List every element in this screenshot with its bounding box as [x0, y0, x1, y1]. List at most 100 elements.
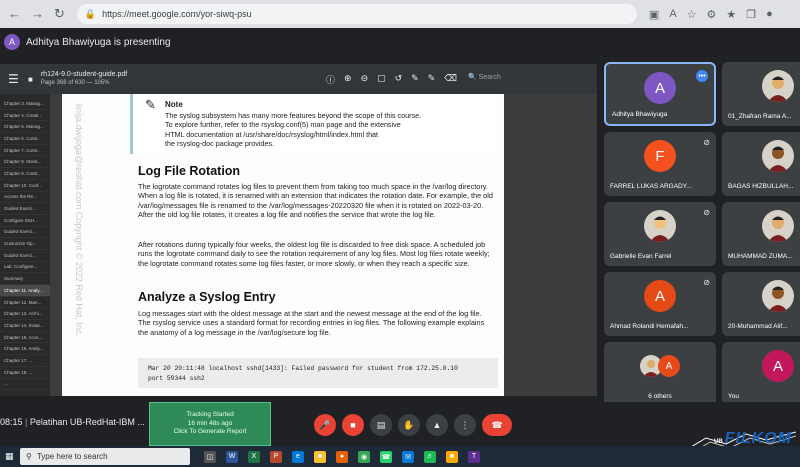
toc-item[interactable]: Lab: Configure... — [0, 262, 50, 274]
file-explorer-icon[interactable]: ■ — [314, 450, 326, 463]
toc-item[interactable]: Chapter 8. Monit... — [0, 156, 50, 169]
pdf-search[interactable]: 🔍 Search — [468, 73, 501, 81]
toc-item[interactable]: Chapter 5. Manag... — [0, 121, 50, 134]
participant-tile[interactable]: A Adhitya Bhawiyuga ••• — [604, 62, 716, 126]
participant-tile[interactable]: A You — [722, 342, 800, 406]
participant-name: 01_Zhafran Rama A... — [728, 113, 792, 120]
toc-item[interactable]: Chapter 6. Contr... — [0, 133, 50, 145]
toc-item[interactable]: Access the Re... — [0, 192, 50, 204]
toc-item[interactable]: Chapter 11. Analy... — [0, 285, 50, 297]
teams-icon[interactable]: T — [468, 450, 480, 463]
syslog-paragraph: Log messages start with the oldest messa… — [138, 309, 485, 337]
bookmark-star-icon[interactable]: ☆ — [687, 8, 697, 21]
logo-prefix: UB — [714, 439, 723, 445]
participant-tile[interactable]: MUHAMMAD ZUMA... — [722, 202, 800, 266]
toc-item[interactable]: Chapter 10. Conf... — [0, 180, 50, 192]
address-bar[interactable]: 🔒 https://meet.google.com/yor-siwq-psu — [76, 4, 637, 24]
spotify-icon[interactable]: ♬ — [424, 450, 436, 463]
mic-off-icon[interactable]: 🎤 — [314, 414, 336, 436]
present-icon[interactable]: ▲ — [426, 414, 448, 436]
mic-muted-icon: ⊘ — [703, 208, 710, 217]
rotate-icon[interactable]: ↺ — [395, 73, 403, 86]
edge-icon[interactable]: e — [292, 450, 304, 463]
toc-item[interactable]: Guided Exerci... — [0, 203, 50, 215]
read-aloud-icon[interactable]: A — [669, 8, 676, 21]
toc-item[interactable]: Chapter 18. ... — [0, 367, 50, 379]
excel-icon[interactable]: X — [248, 450, 260, 463]
toc-item[interactable]: Configure SSH... — [0, 215, 50, 227]
page-watermark: linija.dwijoga@redhat.com Copyright © 20… — [74, 104, 84, 337]
whatsapp-icon[interactable]: ☎ — [380, 450, 392, 463]
zoom-out-icon[interactable]: ⊖ — [361, 73, 369, 86]
word-icon[interactable]: W — [226, 450, 238, 463]
forward-icon[interactable]: → — [31, 6, 44, 22]
toc-item[interactable]: Guided Exerci... — [0, 227, 50, 239]
captions-icon[interactable]: ▤ — [370, 414, 392, 436]
powerpoint-icon[interactable]: P — [270, 450, 282, 463]
shared-screen: ☰ ■ rh124-9.0-student-guide.pdf Page 368… — [0, 64, 597, 396]
profile-icon[interactable]: ● — [766, 8, 773, 21]
participant-grid: A Adhitya Bhawiyuga ••• 01_Zhafran Rama A..… — [600, 62, 800, 406]
participant-tile[interactable]: Gabrielle Evan Farrel ⊘ — [604, 202, 716, 266]
participant-name: 20-Muhammad Alif... — [728, 323, 788, 330]
erase-icon[interactable]: ⌫ — [444, 73, 457, 86]
toc-item[interactable]: Summary — [0, 273, 50, 285]
toc-item[interactable]: Customize Op... — [0, 238, 50, 250]
participant-tile[interactable]: BAGAS HIZBULLAH...⊘ — [722, 132, 800, 196]
code-line: Mar 20 20:11:48 localhost sshd[1433]: Fa… — [148, 365, 458, 372]
mail-icon[interactable]: ✉ — [402, 450, 414, 463]
reload-icon[interactable]: ↻ — [54, 6, 65, 22]
toc-item[interactable]: Chapter 17. ... — [0, 355, 50, 367]
camera-icon[interactable]: ▣ — [649, 8, 659, 21]
toc-item[interactable]: Chapter 12. Man... — [0, 297, 50, 309]
toc-item[interactable]: Chapter 14. Instal... — [0, 320, 50, 332]
highlight-icon[interactable]: ✎ — [428, 73, 436, 86]
camera-off-icon[interactable]: ■ — [342, 414, 364, 436]
toc-item[interactable]: Chapter 9. Contr... — [0, 168, 50, 180]
participant-tile[interactable]: A 6 others — [604, 342, 716, 406]
note-label: Note — [165, 100, 183, 109]
participant-name: You — [728, 393, 739, 400]
extension-icon[interactable]: ⚙ — [707, 8, 717, 21]
tracking-time: 16 min 48s ago — [187, 419, 233, 427]
taskbar-search[interactable]: ⚲ Type here to search — [20, 448, 190, 465]
toc-item[interactable]: Chapter 13. Archi... — [0, 308, 50, 321]
windows-start-icon[interactable]: ▦ — [5, 451, 14, 462]
browser-toolbar: ← → ↻ 🔒 https://meet.google.com/yor-siwq… — [0, 0, 800, 28]
code-example: Mar 20 20:11:48 localhost sshd[1433]: Fa… — [138, 358, 498, 388]
raise-hand-icon[interactable]: ✋ — [398, 414, 420, 436]
participant-tile[interactable]: F FARREL LUKAS ARGADY... ⊘ — [604, 132, 716, 196]
toc-item[interactable]: ... — [0, 379, 50, 391]
participant-photo — [762, 210, 794, 242]
draw-icon[interactable]: ✎ — [411, 73, 419, 86]
task-view-icon[interactable]: ◫ — [204, 450, 216, 463]
note-line: To explore further, refer to the rsyslog… — [165, 120, 401, 129]
participant-tile[interactable]: A Ahmad Rolandi Hernafah... ⊘ — [604, 272, 716, 336]
toc-item[interactable]: Chapter 7. Contr... — [0, 145, 50, 157]
favorites-icon[interactable]: ★ — [726, 8, 736, 21]
participant-tile[interactable]: 01_Zhafran Rama A... — [722, 62, 800, 126]
table-of-contents: Chapter 3. Manag... Chapter 4. Creati... C… — [0, 94, 50, 396]
store-icon[interactable]: ■ — [446, 450, 458, 463]
back-icon[interactable]: ← — [8, 6, 21, 22]
toc-item[interactable]: Chapter 16. Analy... — [0, 343, 50, 356]
search-icon: ⚲ — [26, 452, 32, 461]
note-line: The syslog subsystem has many more featu… — [165, 110, 422, 120]
toc-item[interactable]: Chapter 15. Acce... — [0, 332, 50, 344]
collections-icon[interactable]: ❐ — [746, 8, 756, 21]
firefox-icon[interactable]: ● — [336, 450, 348, 463]
zoom-in-icon[interactable]: ⊕ — [344, 73, 352, 86]
generate-report-link[interactable]: Click To Generate Report — [150, 428, 270, 437]
fit-page-icon[interactable]: ▢ — [377, 73, 386, 86]
more-options-icon[interactable]: ⋮ — [454, 414, 476, 436]
toc-item[interactable]: Guided Exerci... — [0, 250, 50, 262]
chrome-icon[interactable]: ◉ — [358, 450, 370, 463]
participant-tile[interactable]: 20-Muhammad Alif... — [722, 272, 800, 336]
info-icon[interactable]: ⓘ — [326, 73, 335, 86]
toc-item[interactable]: Chapter 3. Manag... — [0, 98, 50, 110]
presenting-text: Adhitya Bhawiyuga is presenting — [26, 36, 171, 48]
toc-item[interactable]: Chapter 4. Creati... — [0, 110, 50, 122]
menu-icon[interactable]: ☰ — [8, 72, 28, 86]
tracking-panel[interactable]: Tracking Started 16 min 48s ago Click To… — [149, 402, 271, 446]
hang-up-icon[interactable]: ☎ — [482, 414, 512, 436]
